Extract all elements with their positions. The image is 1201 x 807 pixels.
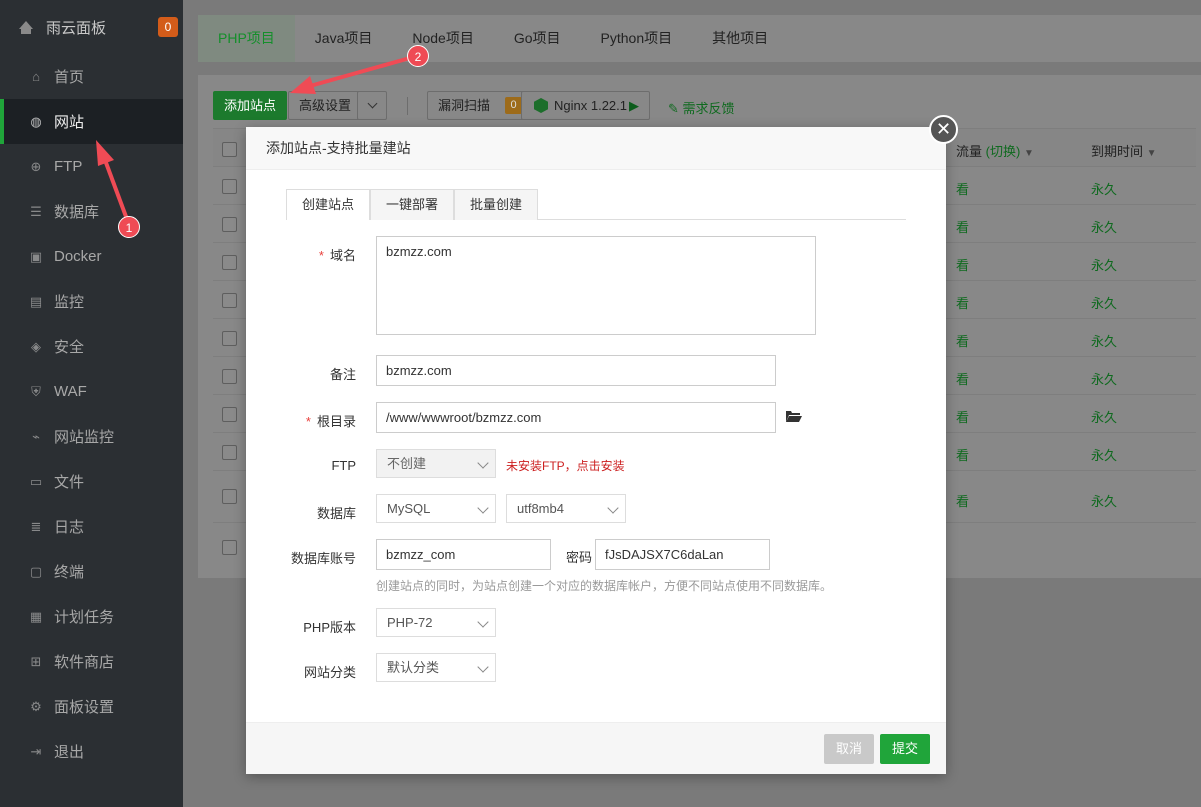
db-hint-text: 创建站点的同时，为站点创建一个对应的数据库帐户，方便不同站点使用不同数据库。	[376, 579, 833, 593]
chevron-down-icon	[607, 502, 619, 514]
submit-button[interactable]: 提交	[880, 734, 931, 764]
folder-open-icon[interactable]	[786, 410, 802, 422]
php-version-value: PHP-72	[387, 615, 433, 630]
required-mark: *	[318, 248, 324, 263]
domain-label-text: 域名	[329, 248, 356, 263]
domain-label: * 域名	[246, 245, 356, 264]
modal-tabs: 创建站点 一键部署 批量创建	[286, 189, 906, 220]
modal-title: 添加站点-支持批量建站	[246, 127, 946, 170]
ftp-select-value: 不创建	[387, 456, 427, 471]
charset-value: utf8mb4	[517, 501, 564, 516]
chevron-down-icon	[477, 616, 489, 628]
annotation-arrowhead-two	[290, 76, 316, 94]
site-category-label: 网站分类	[303, 665, 356, 680]
tab-create-site[interactable]: 创建站点	[286, 189, 371, 220]
ftp-install-link[interactable]: 未安装FTP，点击安装	[506, 457, 625, 474]
root-dir-label: * 根目录	[246, 411, 356, 430]
add-site-modal: 添加站点-支持批量建站 创建站点 一键部署 批量创建 * 域名 bzmzz.com…	[246, 127, 946, 774]
annotation-arrowhead-one	[96, 140, 114, 166]
database-type-select[interactable]: MySQL	[376, 494, 496, 523]
root-dir-label-text: 根目录	[316, 414, 356, 429]
annotation-arrow-one	[103, 159, 130, 223]
remark-input[interactable]: bzmzz.com	[376, 355, 776, 386]
database-label: 数据库	[316, 506, 356, 521]
password-label: 密码	[566, 550, 593, 565]
password-input[interactable]: fJsDAJSX7C6daLan	[595, 539, 770, 570]
database-type-value: MySQL	[387, 501, 431, 516]
db-account-label: 数据库账号	[290, 551, 356, 566]
db-account-input[interactable]: bzmzz_com	[376, 539, 551, 570]
root-dir-input[interactable]: /www/wwwroot/bzmzz.com	[376, 402, 776, 433]
chevron-down-icon	[477, 457, 489, 469]
site-category-select[interactable]: 默认分类	[376, 653, 496, 682]
php-version-select[interactable]: PHP-72	[376, 608, 496, 637]
domain-textarea[interactable]: bzmzz.com	[376, 236, 816, 335]
chevron-down-icon	[477, 502, 489, 514]
required-mark: *	[305, 414, 311, 429]
php-version-label: PHP版本	[303, 620, 356, 635]
tab-one-click-deploy[interactable]: 一键部署	[370, 189, 455, 220]
close-modal-button[interactable]: ✕	[929, 115, 958, 144]
annotation-badge-one: 1	[118, 216, 140, 238]
annotation-badge-two: 2	[407, 45, 429, 67]
site-category-value: 默认分类	[387, 660, 440, 675]
ftp-select[interactable]: 不创建	[376, 449, 496, 478]
close-icon: ✕	[935, 119, 952, 139]
annotation-arrow-two	[309, 56, 411, 88]
remark-label: 备注	[329, 367, 356, 382]
tab-batch-create[interactable]: 批量创建	[454, 189, 539, 220]
chevron-down-icon	[477, 661, 489, 673]
charset-select[interactable]: utf8mb4	[506, 494, 626, 523]
cancel-button[interactable]: 取消	[824, 734, 875, 764]
ftp-label: FTP	[331, 458, 356, 473]
modal-footer: 取消 提交	[246, 722, 946, 774]
